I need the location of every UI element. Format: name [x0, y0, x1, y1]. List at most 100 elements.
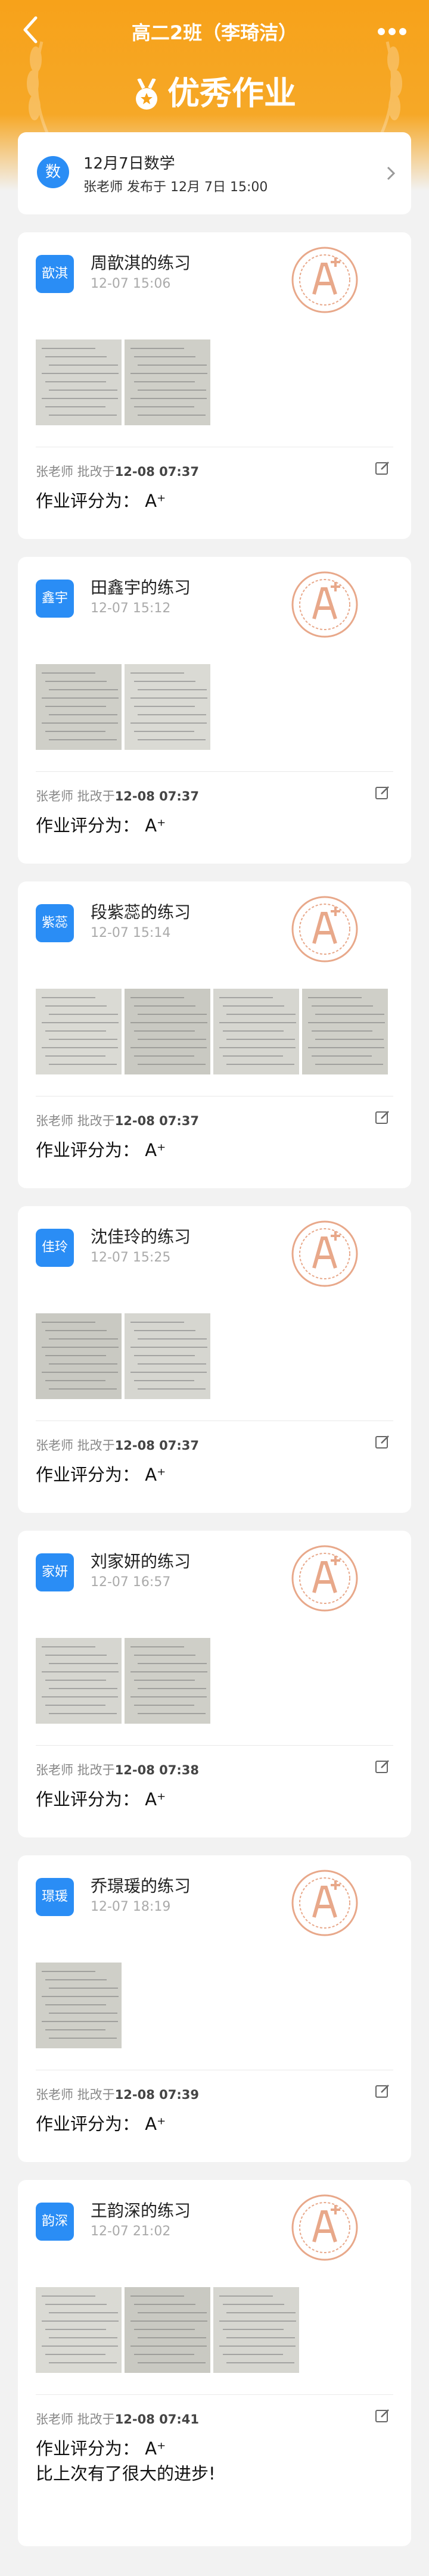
score-text: 作业评分为： A⁺ — [36, 815, 166, 836]
student-homework-title[interactable]: 段紫蕊的练习 — [91, 899, 191, 923]
excellent-stamp-icon — [289, 569, 360, 643]
homework-card[interactable]: 璟瑗 乔璟瑗的练习 12-07 18:19 张老师 批改于12-08 07:39 作业评… — [18, 1855, 411, 2162]
student-homework-title[interactable]: 沈佳玲的练习 — [91, 1224, 191, 1248]
graded-time: 12-08 07:37 — [114, 1114, 200, 1128]
student-homework-title[interactable]: 王韵深的练习 — [91, 2198, 191, 2222]
homework-card[interactable]: 家妍 刘家妍的练习 12-07 16:57 张老师 批改于12-08 07:38 作业评… — [18, 1531, 411, 1837]
edit-icon[interactable] — [374, 1109, 391, 1128]
excellent-stamp-icon — [289, 1867, 360, 1941]
more-dots-icon[interactable] — [378, 26, 412, 35]
top-bar: 高二2班（李琦洁） — [0, 0, 429, 60]
student-avatar: 璟瑗 — [36, 1878, 74, 1916]
graded-prefix: 张老师 批改于 — [36, 789, 115, 803]
submit-time: 12-07 15:12 — [91, 601, 171, 616]
submit-time: 12-07 15:14 — [91, 926, 171, 940]
assignment-info-card[interactable]: 数 12月7日数学 张老师 发布于 12月 7日 15:00 — [18, 132, 411, 214]
graded-info: 张老师 批改于12-08 07:38 — [36, 1761, 199, 1778]
graded-time: 12-08 07:37 — [114, 465, 200, 479]
subject-badge: 数 — [37, 156, 69, 188]
homework-card[interactable]: 鑫宇 田鑫宇的练习 12-07 15:12 张老师 批改于12-08 07:37 作业评… — [18, 557, 411, 864]
divider — [36, 1096, 393, 1097]
homework-photo[interactable] — [125, 989, 210, 1074]
homework-card[interactable]: 佳玲 沈佳玲的练习 12-07 15:25 张老师 批改于12-08 07:37 作业评… — [18, 1206, 411, 1513]
student-homework-title[interactable]: 周歆淇的练习 — [91, 250, 191, 274]
graded-prefix: 张老师 批改于 — [36, 1438, 115, 1453]
homework-card[interactable]: 紫蕊 段紫蕊的练习 12-07 15:14 张老师 批改于12-08 07:37 作业评… — [18, 881, 411, 1188]
submit-time: 12-07 16:57 — [91, 1575, 171, 1590]
edit-icon[interactable] — [374, 784, 391, 803]
assignment-publisher: 张老师 发布于 12月 7日 15:00 — [83, 180, 268, 195]
teacher-comment: 比上次有了很大的进步! — [36, 2463, 216, 2484]
graded-info: 张老师 批改于12-08 07:37 — [36, 787, 199, 805]
student-avatar: 韵深 — [36, 2203, 74, 2241]
graded-prefix: 张老师 批改于 — [36, 465, 115, 479]
homework-photo[interactable] — [125, 1638, 210, 1724]
student-homework-title[interactable]: 田鑫宇的练习 — [91, 575, 191, 599]
homework-photo[interactable] — [36, 989, 122, 1074]
page-title: 高二2班（李琦洁） — [131, 21, 298, 44]
graded-time: 12-08 07:37 — [114, 789, 200, 803]
graded-time: 12-08 07:37 — [114, 1438, 200, 1453]
graded-prefix: 张老师 批改于 — [36, 1763, 115, 1777]
homework-photo[interactable] — [36, 1638, 122, 1724]
homework-photo[interactable] — [36, 339, 122, 425]
graded-time: 12-08 07:41 — [114, 2412, 200, 2427]
graded-time: 12-08 07:38 — [114, 1763, 200, 1777]
graded-prefix: 张老师 批改于 — [36, 1114, 115, 1128]
graded-info: 张老师 批改于12-08 07:37 — [36, 1436, 199, 1454]
student-avatar: 鑫宇 — [36, 580, 74, 618]
score-text: 作业评分为： A⁺ — [36, 2438, 166, 2459]
homework-photo[interactable] — [36, 1963, 122, 2048]
graded-info: 张老师 批改于12-08 07:39 — [36, 2085, 199, 2103]
student-avatar: 紫蕊 — [36, 904, 74, 942]
score-text: 作业评分为： A⁺ — [36, 2114, 166, 2134]
submit-time: 12-07 15:25 — [91, 1250, 171, 1265]
submit-time: 12-07 15:06 — [91, 276, 171, 291]
edit-icon[interactable] — [374, 460, 391, 479]
homework-photo[interactable] — [125, 1313, 210, 1399]
edit-icon[interactable] — [374, 1758, 391, 1777]
homework-photo[interactable] — [213, 989, 299, 1074]
excellent-stamp-icon — [289, 893, 360, 967]
homework-photo[interactable] — [125, 664, 210, 750]
student-avatar: 佳玲 — [36, 1229, 74, 1267]
homework-photo[interactable] — [36, 664, 122, 750]
homework-card[interactable]: 韵深 王韵深的练习 12-07 21:02 张老师 批改于12-08 07:41 作业评… — [18, 2180, 411, 2546]
edit-icon[interactable] — [374, 2407, 391, 2427]
submit-time: 12-07 21:02 — [91, 2224, 171, 2239]
graded-prefix: 张老师 批改于 — [36, 2412, 115, 2427]
student-avatar: 歆淇 — [36, 255, 74, 293]
graded-time: 12-08 07:39 — [114, 2088, 200, 2102]
student-homework-title[interactable]: 乔璟瑗的练习 — [91, 1873, 191, 1897]
graded-info: 张老师 批改于12-08 07:37 — [36, 1111, 199, 1129]
graded-info: 张老师 批改于12-08 07:37 — [36, 462, 199, 480]
homework-photo[interactable] — [302, 989, 388, 1074]
score-text: 作业评分为： A⁺ — [36, 1465, 166, 1485]
graded-info: 张老师 批改于12-08 07:41 — [36, 2410, 199, 2428]
edit-icon[interactable] — [374, 1434, 391, 1453]
graded-prefix: 张老师 批改于 — [36, 2088, 115, 2102]
homework-photo[interactable] — [213, 2287, 299, 2373]
chevron-right-icon[interactable] — [385, 164, 397, 182]
student-homework-title[interactable]: 刘家妍的练习 — [91, 1549, 191, 1572]
score-text: 作业评分为： A⁺ — [36, 491, 166, 511]
submit-time: 12-07 18:19 — [91, 1899, 171, 1914]
score-text: 作业评分为： A⁺ — [36, 1140, 166, 1160]
edit-icon[interactable] — [374, 2083, 391, 2102]
banner-title: 优秀作业 — [167, 74, 296, 112]
divider — [36, 771, 393, 772]
medal-icon — [136, 79, 157, 110]
excellent-stamp-icon — [289, 1218, 360, 1292]
excellent-stamp-icon — [289, 244, 360, 318]
excellent-stamp-icon — [289, 2192, 360, 2266]
banner: 优秀作业 — [0, 67, 429, 114]
score-text: 作业评分为： A⁺ — [36, 1789, 166, 1809]
homework-photo[interactable] — [125, 2287, 210, 2373]
divider — [36, 1745, 393, 1746]
homework-card[interactable]: 歆淇 周歆淇的练习 12-07 15:06 张老师 批改于12-08 07:37 作业评… — [18, 232, 411, 539]
homework-photo[interactable] — [36, 1313, 122, 1399]
homework-photo[interactable] — [36, 2287, 122, 2373]
divider — [36, 2394, 393, 2395]
excellent-stamp-icon — [289, 1543, 360, 1616]
homework-photo[interactable] — [125, 339, 210, 425]
